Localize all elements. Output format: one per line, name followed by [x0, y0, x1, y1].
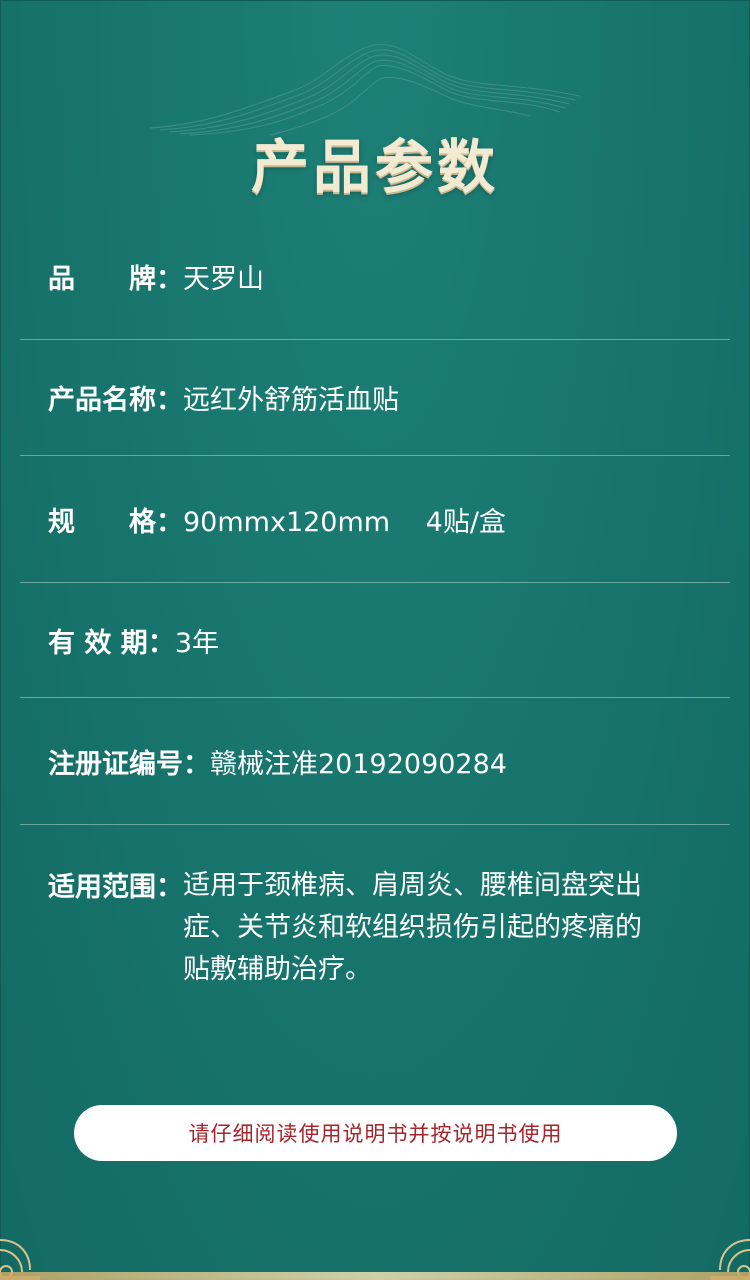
- parameter-list: 品 牌： 天罗山 产品名称： 远红外舒筋活血贴 规 格： 90mmx120mm …: [20, 214, 730, 1055]
- cloud-corner-icon: [710, 1239, 750, 1280]
- cloud-corner-icon: [0, 1239, 40, 1280]
- param-row-registration-number: 注册证编号： 赣械注准20192090284: [20, 698, 730, 825]
- param-row-specification: 规 格： 90mmx120mm 4贴/盒: [20, 456, 730, 583]
- param-value: 天罗山: [183, 264, 264, 295]
- param-value: 远红外舒筋活血贴: [183, 385, 399, 416]
- param-label: 注册证编号：: [48, 748, 210, 780]
- param-label: 产品名称：: [48, 385, 183, 416]
- bottom-ornament-band: [0, 1272, 750, 1280]
- param-label: 品 牌：: [48, 264, 183, 295]
- param-label: 规 格：: [48, 506, 183, 538]
- param-value: 赣械注准20192090284: [210, 748, 507, 780]
- param-row-product-name: 产品名称： 远红外舒筋活血贴: [20, 340, 730, 456]
- param-row-scope: 适用范围： 适用于颈椎病、肩周炎、腰椎间盘突出症、关节炎和软组织损伤引起的疼痛的…: [20, 825, 730, 1055]
- param-value: 90mmx120mm 4贴/盒: [183, 506, 506, 538]
- product-parameters-page: 产品参数 品 牌： 天罗山 产品名称： 远红外舒筋活血贴 规 格： 90mmx1…: [0, 0, 750, 1280]
- param-label: 适用范围：: [48, 872, 183, 903]
- param-row-validity: 有 效 期： 3年: [20, 583, 730, 698]
- param-row-brand: 品 牌： 天罗山: [20, 214, 730, 340]
- instruction-notice: 请仔细阅读使用说明书并按说明书使用: [74, 1105, 677, 1161]
- page-title: 产品参数: [250, 133, 499, 201]
- param-label: 有 效 期：: [48, 627, 175, 659]
- param-value: 3年: [174, 627, 219, 659]
- param-value: 适用于颈椎病、肩周炎、腰椎间盘突出症、关节炎和软组织损伤引起的疼痛的贴敷辅助治疗…: [183, 870, 642, 985]
